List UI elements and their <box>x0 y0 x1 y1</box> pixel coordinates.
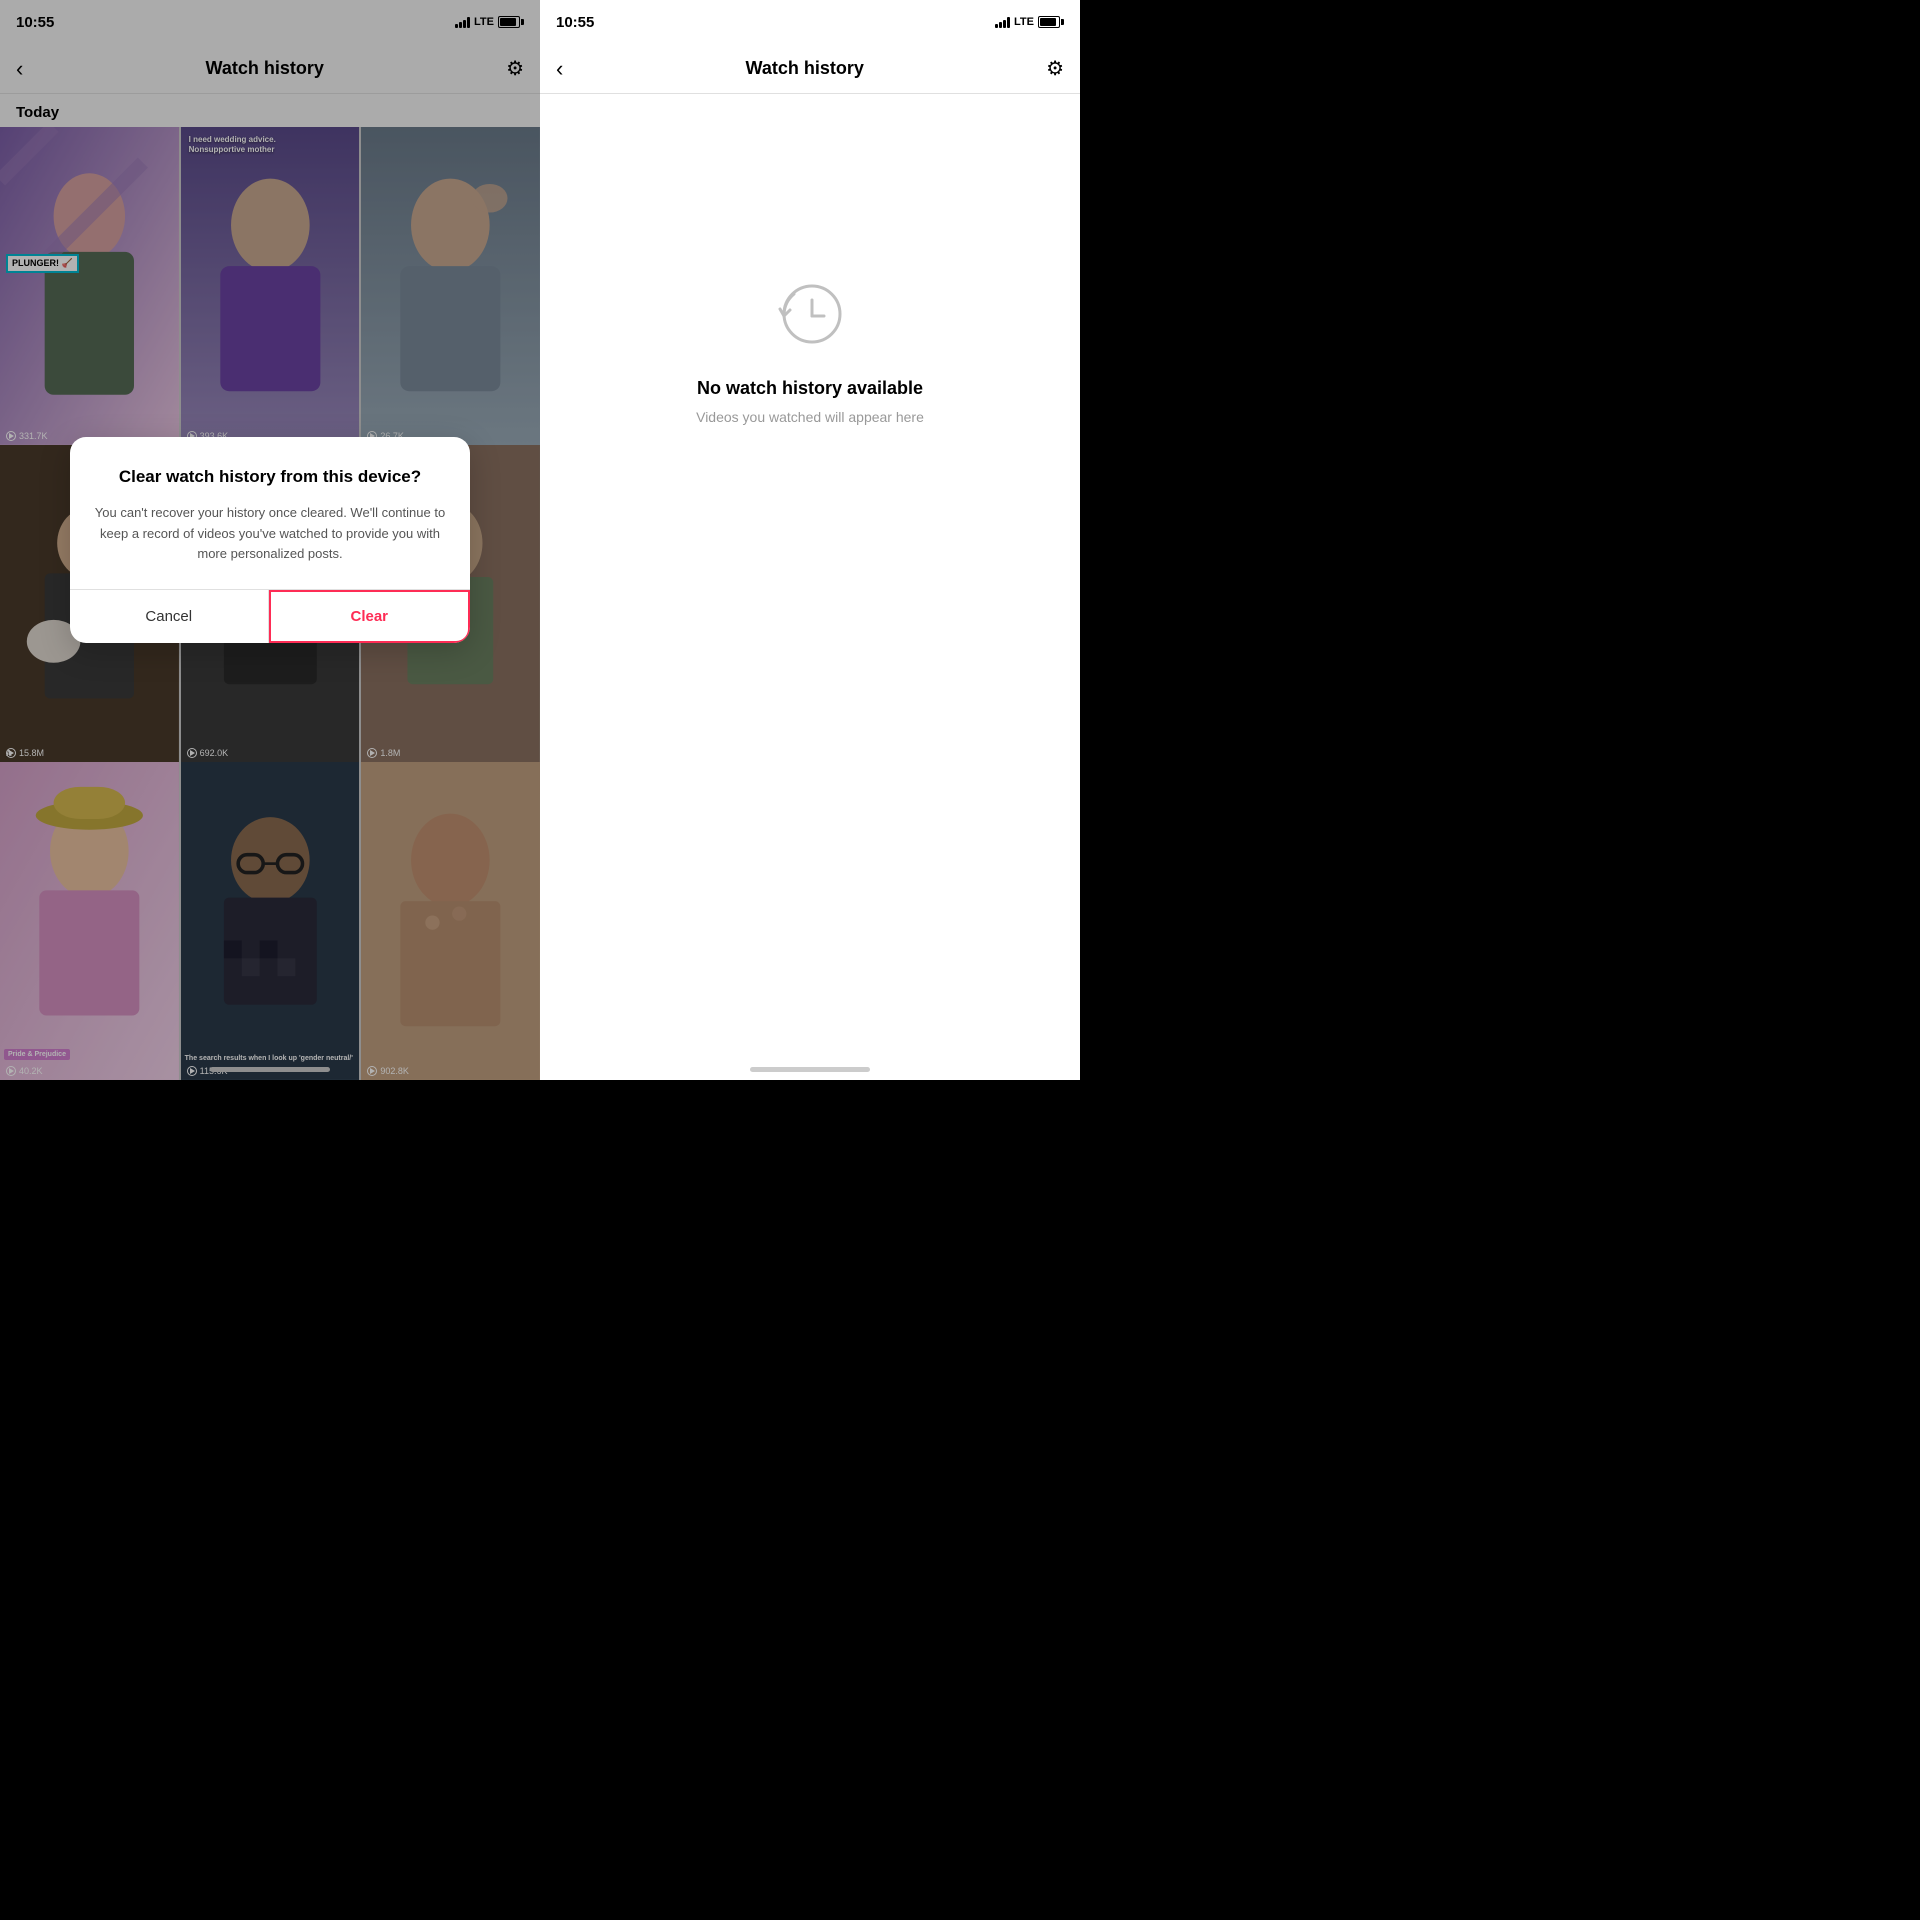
dialog-buttons: Cancel Clear <box>70 589 470 643</box>
empty-state: No watch history available Videos you wa… <box>540 254 1080 445</box>
clear-button[interactable]: Clear <box>269 590 471 643</box>
dialog-title: Clear watch history from this device? <box>94 465 446 489</box>
dialog-body: You can't recover your history once clea… <box>94 503 446 565</box>
right-panel: 10:55 LTE ‹ Watch history ⚙ <box>540 0 1080 1080</box>
right-signal-bars-icon <box>995 16 1010 28</box>
right-status-time: 10:55 <box>556 14 594 31</box>
right-status-bar: 10:55 LTE <box>540 0 1080 44</box>
cancel-button[interactable]: Cancel <box>70 590 269 643</box>
right-nav-bar: ‹ Watch history ⚙ <box>540 44 1080 94</box>
empty-title: No watch history available <box>697 378 923 399</box>
watch-history-clock-icon <box>770 274 850 354</box>
right-page-title: Watch history <box>746 58 864 79</box>
empty-subtitle: Videos you watched will appear here <box>696 409 924 425</box>
clear-history-dialog: Clear watch history from this device? Yo… <box>70 437 470 643</box>
right-status-icons: LTE <box>995 16 1064 28</box>
right-home-indicator <box>750 1067 870 1072</box>
left-panel: 10:55 LTE ‹ Watch history ⚙ Today <box>0 0 540 1080</box>
right-battery-icon <box>1038 16 1064 28</box>
right-lte-text: LTE <box>1014 16 1034 28</box>
right-gear-icon[interactable]: ⚙ <box>1046 56 1064 81</box>
right-back-button[interactable]: ‹ <box>556 56 563 82</box>
dialog-overlay: Clear watch history from this device? Yo… <box>0 0 540 1080</box>
